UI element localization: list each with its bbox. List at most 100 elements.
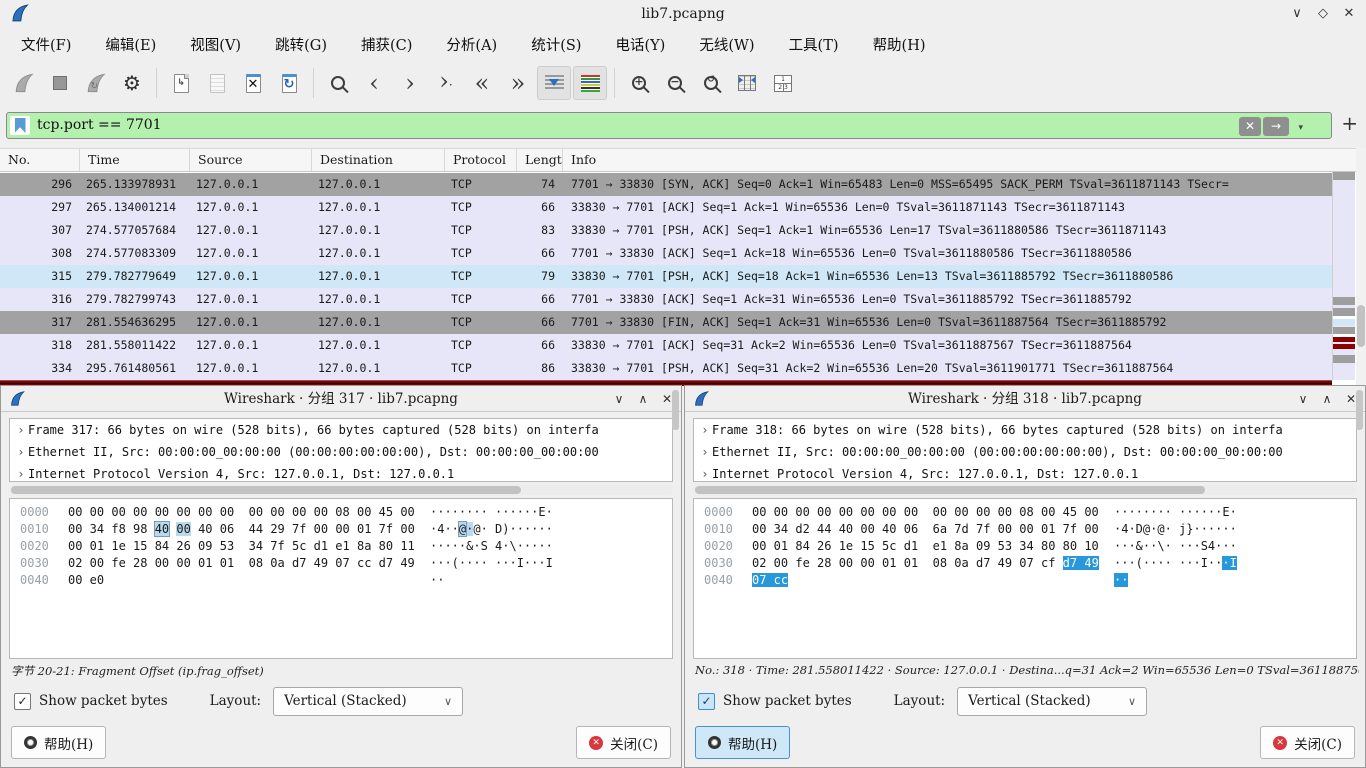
tree-row[interactable]: ›Internet Protocol Version 4, Src: 127.0… [694, 463, 1356, 482]
hex-row[interactable]: 002000 01 1e 15 84 26 09 53 34 7f 5c d1 … [20, 538, 672, 555]
show-packet-bytes-checkbox[interactable]: ✓ [14, 693, 31, 710]
packet-row[interactable]: 315279.782779649127.0.0.1127.0.0.1TCP793… [0, 265, 1332, 288]
maximize-icon[interactable]: ◇ [1310, 0, 1336, 28]
layout-select[interactable]: Vertical (Stacked) ∨ [273, 687, 463, 716]
packet-row[interactable]: 307274.577057684127.0.0.1127.0.0.1TCP833… [0, 219, 1332, 242]
column-header[interactable]: Length [517, 149, 563, 171]
expander-icon[interactable]: › [14, 463, 28, 482]
go-first-packet-icon[interactable]: « [465, 66, 499, 100]
menu-item[interactable]: 工具(T) [772, 30, 856, 59]
expander-icon[interactable]: › [14, 419, 28, 441]
column-header[interactable]: Info [563, 149, 1366, 171]
hex-row[interactable]: 004007 cc·· [704, 572, 1356, 589]
column-header[interactable]: Destination [312, 149, 445, 171]
tree-horizontal-scrollbar[interactable] [9, 485, 673, 495]
filter-clear-icon[interactable]: ✕ [1239, 117, 1261, 136]
packet-bytes-pane[interactable]: 000000 00 00 00 00 00 00 00 00 00 00 00 … [693, 498, 1357, 659]
show-packet-bytes-checkbox[interactable]: ✓ [698, 693, 715, 710]
menu-item[interactable]: 无线(W) [682, 30, 771, 59]
tree-scrollbar[interactable] [672, 390, 679, 430]
packet-row[interactable]: 318281.558011422127.0.0.1127.0.0.1TCP663… [0, 334, 1332, 357]
column-header[interactable]: Source [190, 149, 312, 171]
maximize-icon[interactable]: ∧ [631, 386, 655, 412]
tree-row[interactable]: ›Ethernet II, Src: 00:00:00_00:00:00 (00… [694, 441, 1356, 463]
colorize-toggle-icon[interactable] [573, 66, 607, 100]
menu-item[interactable]: 编辑(E) [88, 30, 173, 59]
tree-row[interactable]: ›Ethernet II, Src: 00:00:00_00:00:00 (00… [10, 441, 672, 463]
tree-scrollbar[interactable] [1356, 390, 1363, 430]
packet-row[interactable]: 316279.782799743127.0.0.1127.0.0.1TCP667… [0, 288, 1332, 311]
hex-row[interactable]: 000000 00 00 00 00 00 00 00 00 00 00 00 … [20, 504, 672, 521]
expander-icon[interactable]: › [698, 463, 712, 482]
menu-item[interactable]: 分析(A) [429, 30, 514, 59]
close-button[interactable]: ✕ 关闭(C) [576, 726, 671, 759]
layout-select[interactable]: Vertical (Stacked) ∨ [957, 687, 1147, 716]
display-filter-input[interactable]: tcp.port == 7701 ✕ → ▾ [6, 112, 1332, 139]
auto-scroll-toggle-icon[interactable] [537, 66, 571, 100]
packet-row[interactable]: 334295.761480561127.0.0.1127.0.0.1TCP863… [0, 357, 1332, 380]
hex-row[interactable]: 002000 01 84 26 1e 15 5c d1 e1 8a 09 53 … [704, 538, 1356, 555]
go-forward-icon[interactable]: › [393, 66, 427, 100]
close-file-icon[interactable]: ✕ [236, 66, 270, 100]
filter-bookmark-icon[interactable] [10, 116, 30, 135]
go-back-icon[interactable]: ‹ [357, 66, 391, 100]
tree-row[interactable]: ›Internet Protocol Version 4, Src: 127.0… [10, 463, 672, 482]
minimize-icon[interactable]: ∨ [1291, 386, 1315, 412]
stop-capture-icon[interactable] [43, 66, 77, 100]
start-capture-icon[interactable] [7, 66, 41, 100]
column-header[interactable]: No. [0, 149, 80, 171]
packet-list-minimap[interactable] [1332, 172, 1355, 380]
find-packet-icon[interactable] [321, 66, 355, 100]
packet-bytes-pane[interactable]: 000000 00 00 00 00 00 00 00 00 00 00 00 … [9, 498, 673, 659]
expander-icon[interactable]: › [698, 419, 712, 441]
packet-row[interactable]: 297265.134001214127.0.0.1127.0.0.1TCP663… [0, 196, 1332, 219]
restart-capture-icon[interactable]: ↻ [79, 66, 113, 100]
zoom-in-icon[interactable]: + [622, 66, 656, 100]
close-button[interactable]: ✕ 关闭(C) [1260, 726, 1355, 759]
expander-icon[interactable]: › [14, 441, 28, 463]
hex-row[interactable]: 001000 34 f8 98 40 00 40 06 44 29 7f 00 … [20, 521, 672, 538]
menu-item[interactable]: 电话(Y) [598, 30, 682, 59]
save-file-icon[interactable] [200, 66, 234, 100]
open-file-icon[interactable]: ↳ [164, 66, 198, 100]
tree-horizontal-scrollbar[interactable] [693, 485, 1357, 495]
reload-file-icon[interactable]: ↻ [272, 66, 306, 100]
menu-item[interactable]: 跳转(G) [258, 30, 344, 59]
minimize-icon[interactable]: ∨ [607, 386, 631, 412]
tree-row[interactable]: ›Frame 317: 66 bytes on wire (528 bits),… [10, 419, 672, 441]
maximize-icon[interactable]: ∧ [1315, 386, 1339, 412]
expander-icon[interactable]: › [698, 441, 712, 463]
minimize-icon[interactable]: ∨ [1284, 0, 1310, 28]
packet-row[interactable]: 296265.133978931127.0.0.1127.0.0.1TCP747… [0, 173, 1332, 196]
resize-columns-icon[interactable] [730, 66, 764, 100]
filter-apply-icon[interactable]: → [1263, 117, 1289, 136]
packet-row[interactable]: 308274.577083309127.0.0.1127.0.0.1TCP667… [0, 242, 1332, 265]
dialog-titlebar[interactable]: Wireshark · 分组 317 · lib7.pcapng ∨ ∧ ✕ [1, 386, 681, 412]
capture-options-icon[interactable]: ⚙ [115, 66, 149, 100]
dialog-titlebar[interactable]: Wireshark · 分组 318 · lib7.pcapng ∨ ∧ ✕ [685, 386, 1365, 412]
zoom-out-icon[interactable]: − [658, 66, 692, 100]
filter-dropdown-caret-icon[interactable]: ▾ [1298, 123, 1303, 133]
close-icon[interactable]: ✕ [1336, 0, 1362, 28]
go-to-packet-icon[interactable]: ›· [429, 66, 463, 100]
hex-row[interactable]: 004000 e0·· [20, 572, 672, 589]
hex-row[interactable]: 003002 00 fe 28 00 00 01 01 08 0a d7 49 … [20, 555, 672, 572]
menu-item[interactable]: 帮助(H) [856, 30, 943, 59]
zoom-reset-icon[interactable]: ↺ [694, 66, 728, 100]
packet-detail-tree[interactable]: ›Frame 317: 66 bytes on wire (528 bits),… [9, 418, 673, 482]
help-button[interactable]: 帮助(H) [11, 726, 106, 759]
tree-row[interactable]: ›Frame 318: 66 bytes on wire (528 bits),… [694, 419, 1356, 441]
hex-row[interactable]: 003002 00 fe 28 00 00 01 01 08 0a d7 49 … [704, 555, 1356, 572]
column-header[interactable]: Protocol [445, 149, 517, 171]
window-titlebar[interactable]: lib7.pcapng ∨ ◇ ✕ [0, 0, 1366, 28]
menu-item[interactable]: 捕获(C) [344, 30, 429, 59]
go-last-packet-icon[interactable]: » [501, 66, 535, 100]
column-header[interactable]: Time [80, 149, 190, 171]
menu-item[interactable]: 文件(F) [4, 30, 88, 59]
packet-row[interactable]: 317281.554636295127.0.0.1127.0.0.1TCP667… [0, 311, 1332, 334]
filter-add-button[interactable]: + [1341, 111, 1358, 135]
packet-detail-tree[interactable]: ›Frame 318: 66 bytes on wire (528 bits),… [693, 418, 1357, 482]
menu-item[interactable]: 统计(S) [514, 30, 598, 59]
hex-row[interactable]: 001000 34 d2 44 40 00 40 06 6a 7d 7f 00 … [704, 521, 1356, 538]
hex-row[interactable]: 000000 00 00 00 00 00 00 00 00 00 00 00 … [704, 504, 1356, 521]
